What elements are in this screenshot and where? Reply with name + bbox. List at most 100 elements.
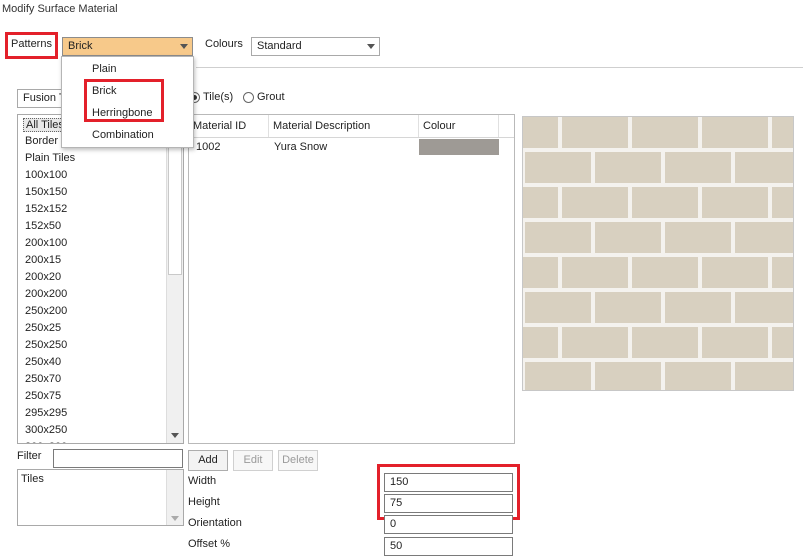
list-item[interactable]: 300x300 bbox=[25, 441, 67, 443]
brick-tile bbox=[562, 117, 628, 148]
colours-label: Colours bbox=[205, 38, 243, 50]
brick-pattern-image bbox=[523, 117, 793, 390]
list-item[interactable]: Tiles bbox=[21, 473, 44, 485]
colour-swatch bbox=[419, 139, 499, 155]
brick-tile bbox=[772, 187, 793, 218]
chevron-down-icon[interactable] bbox=[180, 44, 188, 49]
patterns-label: Patterns bbox=[11, 38, 52, 50]
grout-radio-label[interactable]: Grout bbox=[257, 91, 285, 103]
column-header-material-description[interactable]: Material Description bbox=[269, 115, 419, 137]
brick-tile bbox=[525, 222, 591, 253]
category-list-scrollbar[interactable] bbox=[166, 470, 183, 525]
column-header-colour[interactable]: Colour bbox=[419, 115, 499, 137]
colours-selected-value: Standard bbox=[257, 40, 302, 52]
brick-tile bbox=[665, 152, 731, 183]
list-item[interactable]: 200x20 bbox=[25, 271, 61, 283]
brick-tile bbox=[702, 327, 768, 358]
material-id-cell: 1002 bbox=[196, 141, 221, 153]
material-description-cell: Yura Snow bbox=[274, 141, 328, 153]
height-label: Height bbox=[188, 496, 220, 508]
patterns-selected-value: Brick bbox=[68, 40, 93, 52]
size-list[interactable]: All Tiles Border Plain Tiles 100x100 150x150… bbox=[17, 114, 184, 444]
materials-grid[interactable]: Material ID Material Description Colour … bbox=[188, 114, 515, 444]
filter-label: Filter bbox=[17, 450, 42, 462]
brick-tile bbox=[735, 292, 793, 323]
width-field[interactable]: 150 bbox=[384, 473, 513, 492]
grout-radio[interactable] bbox=[243, 92, 254, 103]
delete-button[interactable]: Delete bbox=[278, 450, 318, 471]
brick-tile bbox=[595, 292, 661, 323]
separator-line bbox=[196, 67, 803, 68]
size-list-scrollbar[interactable] bbox=[166, 115, 183, 443]
brick-tile bbox=[562, 187, 628, 218]
brick-tile bbox=[523, 187, 558, 218]
brick-tile bbox=[665, 292, 731, 323]
brick-tile bbox=[523, 257, 558, 288]
add-button[interactable]: Add bbox=[188, 450, 228, 471]
brick-tile bbox=[595, 222, 661, 253]
chevron-down-icon[interactable] bbox=[171, 516, 179, 521]
list-item[interactable]: 200x200 bbox=[25, 288, 67, 300]
category-list[interactable]: Tiles bbox=[17, 469, 184, 526]
brick-tile bbox=[702, 257, 768, 288]
brick-tile bbox=[562, 327, 628, 358]
brick-tile bbox=[702, 117, 768, 148]
brick-tile bbox=[702, 187, 768, 218]
column-header-material-id[interactable]: Material ID bbox=[189, 115, 269, 137]
list-item[interactable]: 152x152 bbox=[25, 203, 67, 215]
orientation-label: Orientation bbox=[188, 517, 242, 529]
brick-tile bbox=[772, 257, 793, 288]
brick-tile bbox=[735, 222, 793, 253]
list-item[interactable]: Plain Tiles bbox=[25, 152, 75, 164]
pattern-option-combination[interactable]: Combination bbox=[92, 129, 154, 141]
tiles-radio-label[interactable]: Tile(s) bbox=[203, 91, 233, 103]
list-item[interactable]: 200x15 bbox=[25, 254, 61, 266]
list-item[interactable]: 300x250 bbox=[25, 424, 67, 436]
brick-pattern-preview bbox=[522, 116, 794, 391]
chevron-down-icon[interactable] bbox=[171, 433, 179, 438]
list-item[interactable]: 295x295 bbox=[25, 407, 67, 419]
chevron-down-icon[interactable] bbox=[367, 44, 375, 49]
brick-tile bbox=[523, 327, 558, 358]
brick-tile bbox=[772, 117, 793, 148]
patterns-select[interactable]: Brick bbox=[62, 37, 193, 56]
list-item[interactable]: 250x75 bbox=[25, 390, 61, 402]
brick-tile bbox=[772, 327, 793, 358]
offset-label: Offset % bbox=[188, 538, 230, 550]
brick-tile bbox=[632, 327, 698, 358]
table-row[interactable]: 1002 Yura Snow bbox=[189, 138, 499, 156]
list-item[interactable]: 150x150 bbox=[25, 186, 67, 198]
window-title: Modify Surface Material bbox=[2, 3, 118, 15]
brick-tile bbox=[665, 222, 731, 253]
list-item[interactable]: 250x200 bbox=[25, 305, 67, 317]
list-item[interactable]: 250x40 bbox=[25, 356, 61, 368]
brick-tile bbox=[665, 362, 731, 390]
width-label: Width bbox=[188, 475, 217, 487]
brick-tile bbox=[735, 152, 793, 183]
list-item[interactable]: 250x70 bbox=[25, 373, 61, 385]
list-item[interactable]: 100x100 bbox=[25, 169, 67, 181]
brick-tile bbox=[562, 257, 628, 288]
list-item[interactable]: Border bbox=[25, 135, 58, 147]
brick-tile bbox=[632, 187, 698, 218]
orientation-field[interactable]: 0 bbox=[384, 515, 513, 534]
brick-tile bbox=[523, 117, 558, 148]
colours-select[interactable]: Standard bbox=[251, 37, 380, 56]
brick-tile bbox=[525, 292, 591, 323]
filter-input[interactable] bbox=[53, 449, 183, 468]
brick-tile bbox=[525, 152, 591, 183]
offset-field[interactable]: 50 bbox=[384, 537, 513, 556]
source-selected-value: Fusion T bbox=[23, 92, 66, 104]
brick-tile bbox=[735, 362, 793, 390]
brick-tile bbox=[595, 152, 661, 183]
brick-tile bbox=[595, 362, 661, 390]
pattern-option-plain[interactable]: Plain bbox=[92, 63, 116, 75]
brick-tile bbox=[632, 117, 698, 148]
height-field[interactable]: 75 bbox=[384, 494, 513, 513]
edit-button[interactable]: Edit bbox=[233, 450, 273, 471]
list-item[interactable]: 250x25 bbox=[25, 322, 61, 334]
list-item[interactable]: 200x100 bbox=[25, 237, 67, 249]
list-item[interactable]: 152x50 bbox=[25, 220, 61, 232]
list-item[interactable]: 250x250 bbox=[25, 339, 67, 351]
dropdown-options-highlight bbox=[84, 79, 164, 122]
